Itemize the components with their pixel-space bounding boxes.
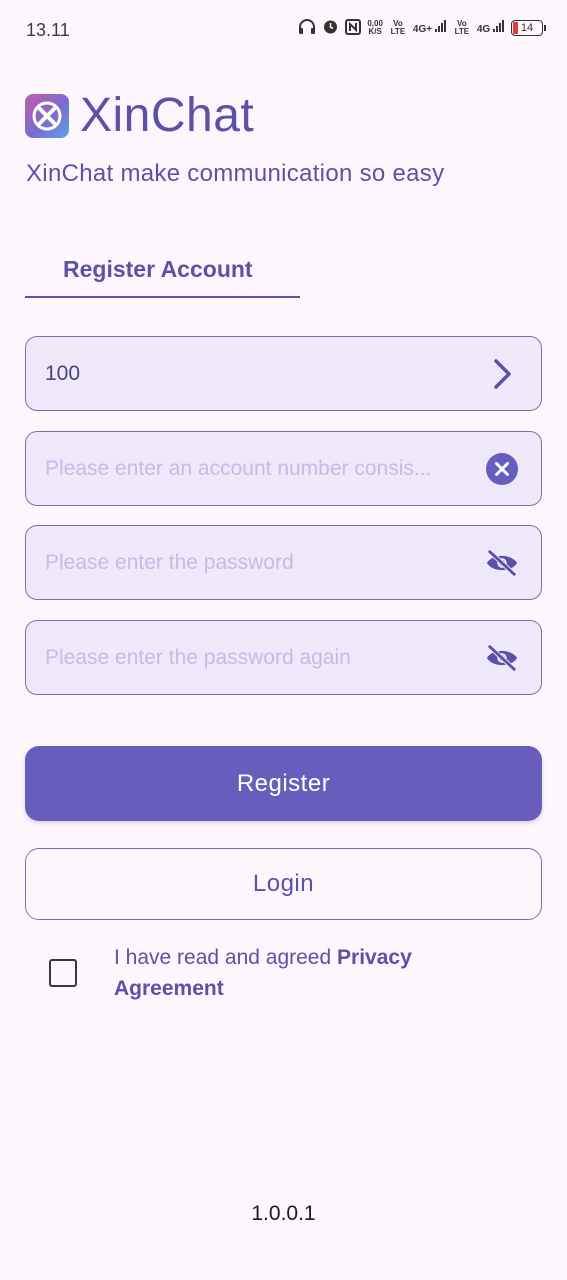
net-speed-unit: K/S	[368, 26, 382, 36]
signal-bars-icon	[493, 20, 504, 32]
password-confirm-input[interactable]: Please enter the password again	[25, 620, 542, 695]
signal-4g: 4G	[477, 20, 505, 35]
headphones-icon	[298, 18, 316, 37]
account-number-input[interactable]: Please enter an account number consis...	[25, 431, 542, 506]
nfc-icon	[345, 18, 362, 37]
login-button[interactable]: Login	[25, 848, 542, 920]
country-code-selector[interactable]: 100	[25, 336, 542, 411]
status-bar: 13.11 0,00 K/S Vo LTE 4G+ Vo LTE 4G 14	[0, 0, 567, 62]
app-version: 1.0.0.1	[251, 1202, 316, 1225]
eye-off-icon[interactable]	[485, 546, 519, 580]
password-input[interactable]: Please enter the password	[25, 525, 542, 600]
app-title: XinChat	[80, 89, 255, 142]
volte-2: Vo LTE	[454, 18, 470, 36]
clear-icon[interactable]	[485, 452, 519, 486]
signal-bars-icon	[434, 20, 446, 32]
status-icons: 0,00 K/S Vo LTE 4G+ Vo LTE 4G 14	[298, 18, 546, 37]
agreement-checkbox[interactable]	[49, 959, 77, 987]
password-placeholder: Please enter the password	[45, 550, 294, 574]
network-2-label: 4G	[476, 24, 491, 35]
tab-label: Register Account	[63, 256, 253, 282]
password-confirm-placeholder: Please enter the password again	[45, 645, 351, 669]
app-logo	[25, 93, 69, 138]
battery-level: 14	[520, 21, 534, 34]
alarm-icon	[322, 18, 339, 37]
tab-register-account[interactable]: Register Account	[25, 252, 300, 298]
volte-1: Vo LTE	[390, 18, 406, 36]
country-code-value: 100	[45, 361, 81, 385]
logo-x-icon	[32, 101, 62, 130]
register-button[interactable]: Register	[25, 746, 542, 821]
network-1-label: 4G+	[412, 24, 433, 35]
agreement-text: I have read and agreed Privacy Agreement	[114, 942, 514, 1004]
agreement-label: I have read and agreed	[114, 946, 338, 969]
app-tagline: XinChat make communication so easy	[26, 160, 445, 187]
status-time: 13.11	[26, 20, 70, 40]
signal-4g-plus: 4G+	[413, 20, 447, 35]
account-number-placeholder: Please enter an account number consis...	[45, 456, 432, 480]
eye-off-icon[interactable]	[485, 641, 519, 675]
net-speed: 0,00 K/S	[367, 19, 383, 36]
app-header: XinChat	[25, 88, 254, 143]
battery-icon: 14	[511, 19, 546, 36]
chevron-right-icon	[485, 357, 519, 391]
